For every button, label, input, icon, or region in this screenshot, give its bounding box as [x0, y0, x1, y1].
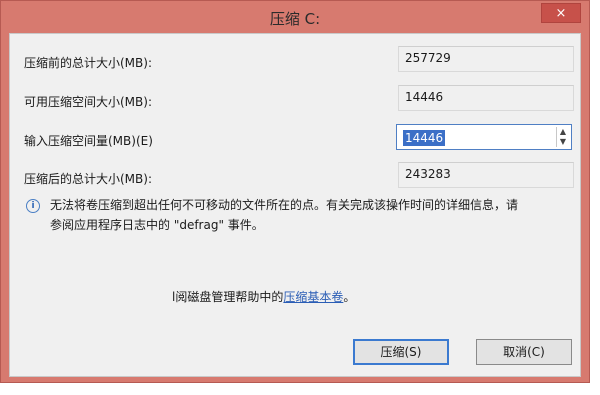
spinner-down-icon[interactable]: ▼ — [557, 137, 569, 147]
total-size-before-label: 压缩前的总计大小(MB): — [24, 56, 152, 70]
help-line: l阅磁盘管理帮助中的压缩基本卷。 — [172, 288, 355, 305]
help-prefix: l阅磁盘管理帮助中的 — [172, 290, 284, 304]
total-size-after-label: 压缩后的总计大小(MB): — [24, 172, 152, 186]
info-message-line1: 无法将卷压缩到超出任何不可移动的文件所在的点。有关完成该操作时间的详细信息，请 — [50, 198, 519, 212]
help-link-shrink-basic-volume[interactable]: 压缩基本卷 — [283, 290, 343, 304]
total-size-after-value: 243283 — [398, 162, 574, 188]
shrink-amount-value[interactable]: 14446 — [403, 130, 446, 146]
title-bar: 压缩 C: × — [1, 1, 589, 31]
info-icon: i — [26, 199, 40, 213]
total-size-before-value: 257729 — [398, 46, 574, 72]
help-suffix: 。 — [343, 290, 356, 304]
spinner-up-icon[interactable]: ▲ — [557, 127, 569, 137]
shrink-amount-input[interactable]: 14446 ▲ ▼ — [396, 124, 572, 150]
shrink-amount-spinner[interactable]: ▲ ▼ — [556, 127, 569, 147]
dialog-title: 压缩 C: — [269, 10, 321, 28]
shrink-button[interactable]: 压缩(S) — [353, 339, 449, 365]
close-button[interactable]: × — [541, 3, 581, 23]
available-shrink-space-label: 可用压缩空间大小(MB): — [24, 95, 152, 109]
info-message: 无法将卷压缩到超出任何不可移动的文件所在的点。有关完成该操作时间的详细信息，请 … — [50, 195, 570, 235]
info-message-line2: 参阅应用程序日志中的 "defrag" 事件。 — [50, 218, 264, 232]
shrink-dialog-window: 压缩 C: × 压缩前的总计大小(MB): 257729 可用压缩空间大小(MB… — [0, 0, 590, 383]
available-shrink-space-value: 14446 — [398, 85, 574, 111]
cancel-button[interactable]: 取消(C) — [476, 339, 572, 365]
shrink-amount-label: 输入压缩空间量(MB)(E) — [24, 134, 153, 148]
dialog-body: 压缩前的总计大小(MB): 257729 可用压缩空间大小(MB): 14446… — [9, 33, 581, 377]
